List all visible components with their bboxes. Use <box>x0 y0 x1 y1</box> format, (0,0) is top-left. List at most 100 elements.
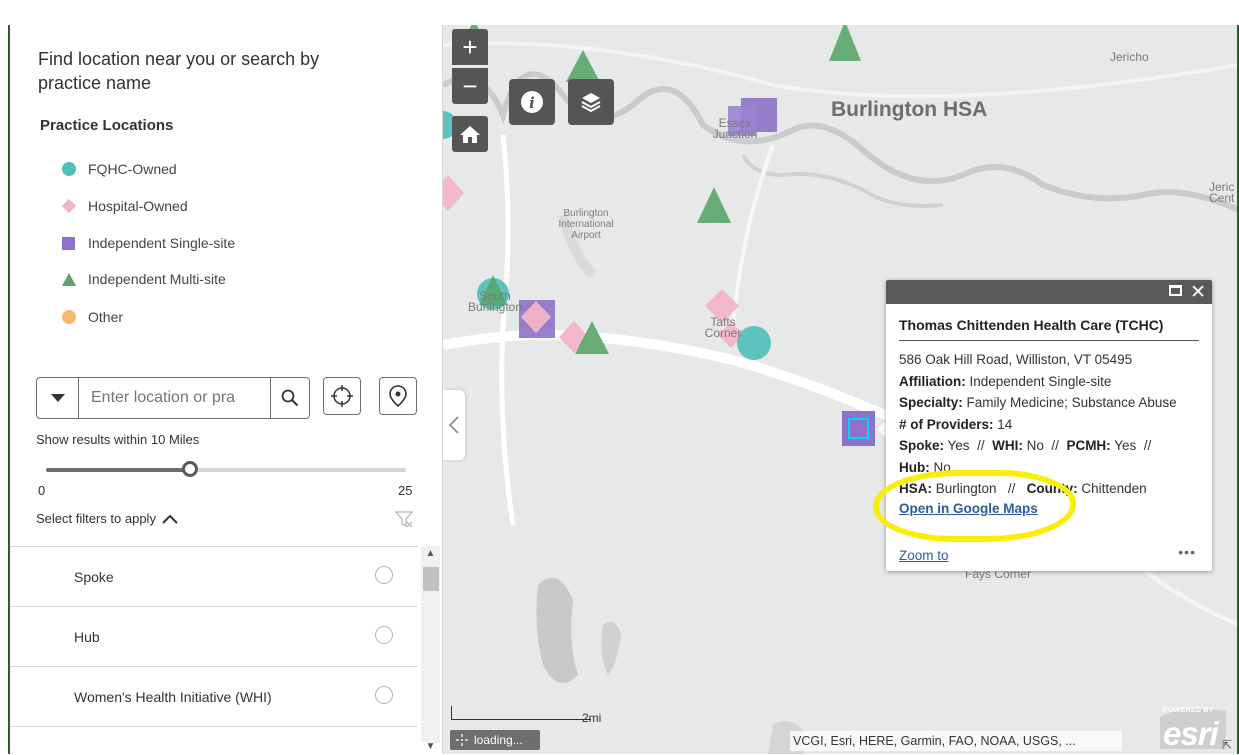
radius-slider[interactable] <box>46 461 406 477</box>
legend-label: Independent Single-site <box>88 235 236 251</box>
zoom-out-button[interactable]: − <box>452 68 488 104</box>
filters-toggle[interactable]: Select filters to apply <box>36 511 178 526</box>
scale-label: 2mi <box>582 711 602 725</box>
marker-multisite <box>829 25 861 61</box>
legend-label: Independent Multi-site <box>88 271 226 287</box>
more-options-icon[interactable]: ••• <box>1178 544 1196 560</box>
pink-diamond-icon <box>61 198 77 214</box>
search-input[interactable] <box>78 377 270 419</box>
scroll-down-arrow-icon[interactable]: ▼ <box>421 739 440 755</box>
slider-thumb[interactable] <box>182 461 198 477</box>
popup-providers: # of Providers: 14 <box>899 416 1013 432</box>
marker-multisite <box>697 187 731 223</box>
side-panel: Find location near you or search by prac… <box>10 25 443 754</box>
radius-label: Show results within 10 Miles <box>36 432 200 447</box>
filter-radio-whi[interactable] <box>375 686 393 704</box>
svg-text:i: i <box>529 94 535 112</box>
search-source-dropdown[interactable] <box>36 377 78 419</box>
locate-button[interactable] <box>323 377 361 415</box>
chevron-up-icon <box>162 514 178 524</box>
zoom-in-button[interactable]: + <box>452 29 488 65</box>
scale-bar <box>451 706 591 720</box>
popup-specialty: Specialty: Family Medicine; Substance Ab… <box>899 395 1177 410</box>
marker-hospital <box>443 175 464 211</box>
legend-label: Hospital-Owned <box>88 198 188 214</box>
crosshair-icon <box>331 385 353 407</box>
minus-icon: − <box>462 70 478 101</box>
esri-powered-text: POWERED BY <box>1163 707 1214 714</box>
slider-max-label: 25 <box>398 483 413 498</box>
filter-label: Hub <box>74 629 100 645</box>
popup-affiliation: Affiliation: Independent Single-site <box>899 373 1112 389</box>
map-label-hsa: Burlington HSA <box>831 98 988 121</box>
filters-toggle-label: Select filters to apply <box>36 511 156 526</box>
popup-header: ✕ <box>886 280 1212 304</box>
plus-icon: + <box>462 31 478 62</box>
info-icon: i <box>521 91 543 113</box>
legend-item-multi-site: Independent Multi-site <box>62 269 226 289</box>
filter-label: Women's Health Initiative (WHI) <box>74 689 272 705</box>
home-button[interactable] <box>452 116 488 152</box>
caret-down-icon <box>50 394 65 402</box>
map-attribution[interactable]: VCGI, Esri, HERE, Garmin, FAO, NOAA, USG… <box>790 731 1122 751</box>
info-button[interactable]: i <box>509 79 555 125</box>
loading-icon <box>456 734 468 746</box>
resize-corner-icon[interactable]: ⇱ <box>1222 738 1232 752</box>
teal-circle-icon <box>62 162 76 176</box>
slider-fill <box>46 468 190 472</box>
search-button[interactable] <box>270 377 310 419</box>
map-label-jericho: Jericho <box>1110 50 1149 64</box>
orange-circle-icon <box>62 310 76 324</box>
top-strip <box>0 0 1239 25</box>
yellow-annotation-circle <box>873 470 1076 542</box>
legend-item-single-site: Independent Single-site <box>62 233 235 253</box>
close-icon[interactable]: ✕ <box>1190 281 1206 304</box>
map-pin-icon <box>389 385 407 408</box>
scroll-up-arrow-icon[interactable]: ▲ <box>421 546 440 562</box>
layers-icon <box>581 93 601 113</box>
legend-label: Other <box>88 309 124 325</box>
collapse-panel-button[interactable] <box>443 390 465 460</box>
filter-scrollbar[interactable]: ▲ ▼ <box>421 546 440 752</box>
popup-address: 586 Oak Hill Road, Williston, VT 05495 <box>899 352 1133 367</box>
filter-radio-hub[interactable] <box>375 626 393 644</box>
purple-square-icon <box>62 236 75 250</box>
app-window: Burlington HSA Jericho Jeric Cent Essex … <box>0 0 1239 754</box>
slider-min-label: 0 <box>38 483 46 498</box>
legend-item-hospital: Hospital-Owned <box>61 196 188 216</box>
filter-funnel-icon <box>394 511 414 528</box>
panel-title: Find location near you or search by prac… <box>38 49 320 93</box>
green-triangle-icon <box>62 272 76 286</box>
filter-item-whi[interactable]: Women's Health Initiative (WHI) <box>10 667 418 727</box>
search-icon <box>281 389 299 407</box>
esri-wordmark: esri <box>1163 715 1219 752</box>
map-label-airport: Burlington International Airport <box>558 208 614 241</box>
popup-divider <box>899 340 1199 341</box>
zoom-to-link[interactable]: Zoom to <box>899 548 949 563</box>
map-label-tafts-corner: Tafts Corner <box>704 315 742 340</box>
maximize-icon[interactable] <box>1169 285 1182 296</box>
legend-title: Practice Locations <box>40 117 174 134</box>
chevron-left-icon <box>449 416 459 434</box>
loading-indicator: loading... <box>450 730 540 750</box>
legend-item-fqhc: FQHC-Owned <box>62 159 177 179</box>
filter-item-spoke[interactable]: Spoke <box>10 547 418 607</box>
clear-filter-button[interactable] <box>394 509 414 534</box>
filter-item-hub[interactable]: Hub <box>10 607 418 667</box>
marker-multisite <box>566 50 600 82</box>
legend-item-other: Other <box>62 307 123 327</box>
map-label-essex-junction: Essex Junction <box>712 116 758 141</box>
lake-shape <box>536 577 578 683</box>
layers-button[interactable] <box>568 79 614 125</box>
home-icon <box>460 126 480 143</box>
loading-text: loading... <box>474 733 523 747</box>
add-location-button[interactable] <box>379 377 417 415</box>
popup-flags: Spoke: Yes // WHI: No // PCMH: Yes // <box>899 438 1152 453</box>
scroll-thumb[interactable] <box>423 567 439 591</box>
pond-shape <box>601 621 621 675</box>
filter-list: Spoke Hub Women's Health Initiative (WHI… <box>10 546 418 754</box>
legend-label: FQHC-Owned <box>88 161 177 177</box>
filter-radio-spoke[interactable] <box>375 566 393 584</box>
filter-label: Spoke <box>74 569 114 585</box>
popup-title: Thomas Chittenden Health Care (TCHC) <box>899 317 1164 333</box>
